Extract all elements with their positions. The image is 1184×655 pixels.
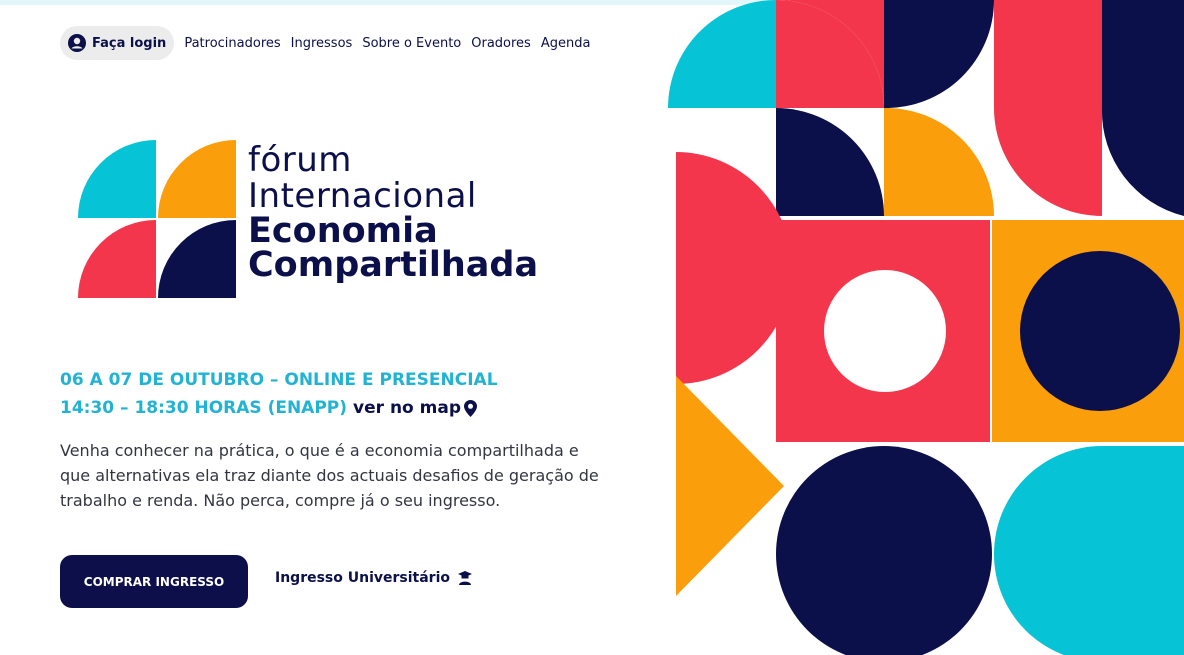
map-pin-icon xyxy=(464,399,477,417)
student-ticket-link[interactable]: Ingresso Universitário xyxy=(275,570,473,586)
login-label: Faça login xyxy=(92,35,167,51)
buy-ticket-button[interactable]: COMPRAR INGRESSO xyxy=(60,555,248,608)
graduate-icon xyxy=(458,571,473,585)
nav-link-sobre-o-evento[interactable]: Sobre o Evento xyxy=(362,36,461,51)
nav-link-ingressos[interactable]: Ingressos xyxy=(291,36,353,51)
decorative-geometric-artwork xyxy=(668,0,1184,655)
main-nav: Faça login Patrocinadores Ingressos Sobr… xyxy=(60,26,590,60)
map-link[interactable]: ver no map xyxy=(353,398,477,418)
nav-link-agenda[interactable]: Agenda xyxy=(541,36,591,51)
logo-word-economia: Economia xyxy=(248,211,438,251)
nav-link-patrocinadores[interactable]: Patrocinadores xyxy=(184,36,280,51)
logo-word-compartilhada: Compartilhada xyxy=(248,245,539,285)
student-ticket-label: Ingresso Universitário xyxy=(275,570,451,586)
login-button[interactable]: Faça login xyxy=(60,26,175,60)
event-logo-title: fórum Internacional Economia Compartilha… xyxy=(248,140,539,285)
logo-word-forum: fórum xyxy=(248,140,352,180)
nav-link-oradores[interactable]: Oradores xyxy=(471,36,531,51)
event-time: 14:30 – 18:30 HORAS (ENAPP) xyxy=(60,398,348,418)
event-date: 06 A 07 DE OUTUBRO – ONLINE E PRESENCIAL xyxy=(60,370,498,390)
event-time-row: 14:30 – 18:30 HORAS (ENAPP) ver no map xyxy=(60,398,477,418)
event-logo-mark xyxy=(78,140,236,298)
map-link-label: ver no map xyxy=(353,398,461,418)
user-circle-icon xyxy=(68,34,86,52)
event-description: Venha conhecer na prática, o que é a eco… xyxy=(60,441,599,510)
logo-word-internacional: Internacional xyxy=(248,176,477,216)
